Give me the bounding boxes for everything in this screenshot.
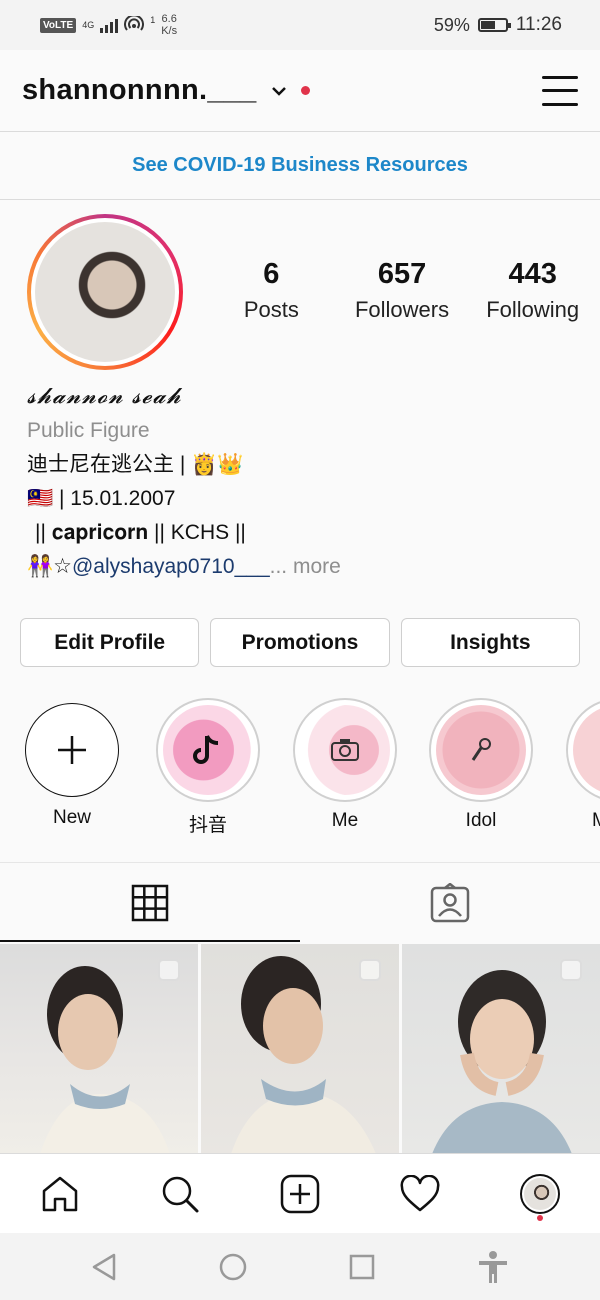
battery-icon: [477, 18, 511, 32]
posts-stat[interactable]: 6 Posts: [206, 258, 337, 323]
profile-actions: Edit Profile Promotions Insights: [20, 618, 580, 667]
profile-avatar-small: [520, 1173, 560, 1214]
posts-grid: [0, 944, 600, 1154]
following-stat[interactable]: 443 Following: [467, 258, 598, 323]
heart-icon: [400, 1174, 440, 1211]
highlight-douyin[interactable]: 抖音: [156, 698, 260, 837]
post-thumbnail[interactable]: [0, 944, 198, 1154]
covid-banner: See COVID-19 Business Resources: [0, 132, 600, 200]
profile-stats: 6 Posts 657 Followers 443 Following: [206, 258, 598, 323]
nav-profile[interactable]: [510, 1164, 570, 1224]
bio-line: || 𝐜𝐚𝐩𝐫𝐢𝐜𝐨𝐫𝐧 || KCHS ||: [35, 521, 246, 544]
hotspot-icon: [124, 16, 145, 31]
stat-value: 657: [377, 258, 427, 290]
status-left: VoLTE 4G 1 6.6 K/s: [40, 13, 177, 37]
battery-percent: 59%: [433, 14, 470, 35]
promotions-button[interactable]: Promotions: [210, 618, 390, 667]
recents-icon[interactable]: [348, 1253, 376, 1281]
insights-button[interactable]: Insights: [400, 618, 580, 667]
search-icon: [162, 1176, 199, 1212]
mention-link[interactable]: @alyshayap0710___: [72, 555, 270, 578]
tab-grid[interactable]: [0, 863, 300, 942]
microphone-icon: [436, 705, 526, 795]
highlight-label: Me: [331, 810, 359, 831]
grid-icon: [131, 884, 169, 921]
stat-label: Followers: [354, 297, 450, 322]
highlight-me[interactable]: Me: [293, 698, 397, 832]
post-thumbnail[interactable]: [402, 944, 600, 1154]
covid-resources-link[interactable]: See COVID-19 Business Resources: [132, 154, 468, 177]
bottom-navigation: [0, 1153, 600, 1233]
nav-activity[interactable]: [390, 1164, 450, 1224]
highlight-label: New: [52, 807, 91, 828]
bio-line: 迪士尼在逃公主 | 👸👑: [27, 453, 244, 476]
highlight-idol[interactable]: Idol: [429, 698, 533, 832]
stat-value: 6: [263, 258, 280, 290]
sim-index: 1: [150, 14, 156, 25]
select-checkbox[interactable]: [359, 959, 381, 981]
notification-dot: [537, 1214, 543, 1221]
notification-dot: [300, 86, 310, 95]
profile-avatar[interactable]: [27, 214, 183, 370]
signal-icon: [100, 17, 119, 33]
chevron-down-icon[interactable]: [271, 80, 287, 101]
clock: 11:26: [515, 14, 562, 35]
home-icon: [42, 1176, 78, 1211]
status-bar: VoLTE 4G 1 6.6 K/s 59% 11:26: [0, 0, 600, 50]
status-right: 59% 11:26: [434, 14, 562, 36]
menu-icon[interactable]: [542, 75, 578, 106]
add-post-icon: [280, 1174, 320, 1213]
profile-category: Public Figure: [27, 419, 150, 442]
select-checkbox[interactable]: [158, 959, 180, 981]
highlight-new[interactable]: New: [20, 698, 124, 829]
bio-line: 🇲🇾 | 15.01.2007: [27, 487, 176, 510]
stat-label: Following: [486, 297, 580, 322]
back-icon[interactable]: [90, 1252, 118, 1282]
edit-profile-button[interactable]: Edit Profile: [20, 618, 200, 667]
stat-label: Posts: [243, 297, 299, 322]
avatar-image: [35, 222, 175, 362]
accessibility-icon[interactable]: [476, 1250, 510, 1284]
more-link[interactable]: ... more: [270, 555, 341, 578]
volte-badge: VoLTE: [40, 17, 77, 33]
followers-stat[interactable]: 657 Followers: [337, 258, 468, 323]
profile-header: shannonnnn.___: [0, 50, 600, 132]
bio-emoji: 👭☆: [27, 555, 72, 578]
highlight-label: Idol: [465, 810, 497, 831]
nav-add-post[interactable]: [270, 1164, 330, 1224]
highlight-label: M: [592, 810, 600, 831]
tiktok-icon: [163, 705, 253, 795]
select-checkbox[interactable]: [560, 959, 582, 981]
bio-line: 👭☆@alyshayap0710___... more: [27, 550, 587, 584]
profile-bio: 𝓼𝓱𝓪𝓷𝓷𝓸𝓷 𝓼𝓮𝓪𝓱 Public Figure 迪士尼在逃公主 | 👸👑 …: [27, 380, 587, 584]
nav-search[interactable]: [150, 1164, 210, 1224]
system-navigation: [0, 1233, 600, 1300]
nav-home[interactable]: [30, 1164, 90, 1224]
post-thumbnail[interactable]: [201, 944, 399, 1154]
highlight-partial[interactable]: M: [566, 698, 600, 832]
network-speed: 6.6 K/s: [161, 13, 178, 37]
profile-tabs: [0, 862, 600, 942]
plus-icon: [25, 703, 119, 797]
username-title[interactable]: shannonnnn.___: [22, 74, 257, 107]
tab-tagged[interactable]: [300, 863, 600, 942]
tagged-icon: [430, 882, 470, 922]
highlight-cover: [573, 705, 600, 795]
story-highlights: New 抖音 Me Idol M: [0, 698, 600, 848]
home-circle-icon[interactable]: [218, 1252, 248, 1282]
network-type: 4G: [82, 19, 95, 30]
display-name: 𝓼𝓱𝓪𝓷𝓷𝓸𝓷 𝓼𝓮𝓪𝓱: [27, 384, 182, 409]
camera-icon: [300, 705, 390, 795]
highlight-label: 抖音: [188, 815, 227, 836]
stat-value: 443: [508, 258, 557, 290]
